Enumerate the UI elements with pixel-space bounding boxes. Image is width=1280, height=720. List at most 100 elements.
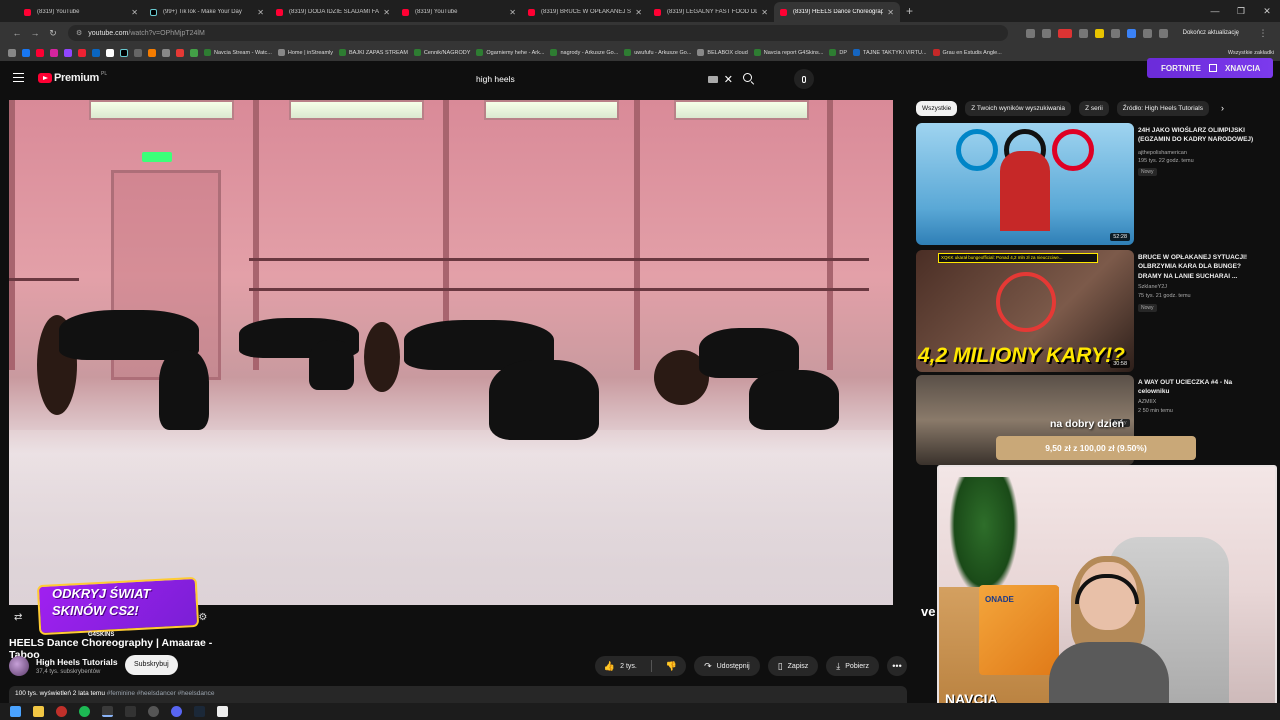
update-button[interactable]: Dokończ aktualizację bbox=[1175, 28, 1247, 38]
browser-tab[interactable]: (8319) DODA IDZIE ŚLADAMI FAG... ✕ bbox=[270, 2, 396, 22]
chip-source[interactable]: Źródło: High Heels Tutorials bbox=[1116, 100, 1209, 116]
clear-search-icon[interactable]: ✕ bbox=[724, 73, 733, 86]
bookmark-icon[interactable] bbox=[190, 48, 198, 57]
bookmark-item[interactable]: Home | inStreamly bbox=[277, 49, 333, 56]
extension-icon[interactable] bbox=[1094, 28, 1104, 38]
close-tab-icon[interactable]: ✕ bbox=[509, 8, 516, 17]
chip-from-search[interactable]: Z Twoich wyników wyszukiwania bbox=[965, 100, 1072, 116]
bookmark-item[interactable]: Ogarniemy hehe - Ark... bbox=[476, 49, 544, 56]
save-button[interactable]: ▯ Zapisz bbox=[767, 656, 819, 676]
subscribe-button[interactable]: Subskrybuj bbox=[125, 655, 178, 675]
close-tab-icon[interactable]: ✕ bbox=[761, 8, 768, 17]
description-box[interactable]: 100 tys. wyświetleń 2 lata temu #feminin… bbox=[9, 686, 907, 704]
video-player[interactable] bbox=[9, 100, 893, 605]
extension-icon[interactable] bbox=[1025, 28, 1035, 38]
profile-icon[interactable] bbox=[1158, 28, 1168, 38]
browser-tab[interactable]: (99+) TikTok - Make Your Day ✕ bbox=[144, 2, 270, 22]
extension-icon[interactable] bbox=[1126, 28, 1136, 38]
bookmark-item[interactable]: Navcia report G4Skins... bbox=[753, 49, 823, 56]
url-input[interactable]: ⚙ youtube.com/watch?v=OPhMjpT24lM bbox=[68, 25, 1008, 41]
autoplay-toggle-icon[interactable]: ⇄ bbox=[14, 612, 22, 623]
chip-series[interactable]: Z serii bbox=[1079, 100, 1109, 116]
puzzle-icon[interactable] bbox=[1142, 28, 1152, 38]
video-thumbnail[interactable]: XQKK ukarał bungeofficial: Ponad 4,2 mln… bbox=[916, 250, 1134, 372]
extension-icon[interactable] bbox=[1078, 28, 1088, 38]
close-tab-icon[interactable]: ✕ bbox=[887, 8, 894, 17]
recommendation-title[interactable]: 24H JAKO WIOŚLARZ OLIMPIJSKI (EGZAMIN DO… bbox=[1138, 126, 1264, 145]
kebab-menu-icon[interactable]: ⋮ bbox=[1254, 28, 1272, 39]
channel-name[interactable]: High Heels Tutorials bbox=[36, 657, 118, 667]
recommendation-item[interactable]: 52:28 24H JAKO WIOŚLARZ OLIMPIJSKI (EGZA… bbox=[916, 123, 1266, 245]
bookmark-icon[interactable] bbox=[92, 48, 100, 57]
browser-tab[interactable]: (8319) LEGALNY FAST FOOD DLA...✕ bbox=[648, 2, 774, 22]
chevron-right-icon[interactable]: › bbox=[1221, 103, 1224, 113]
recommendation-channel[interactable]: ajthepolishamerican bbox=[1138, 149, 1187, 157]
recommendation-title[interactable]: A WAY OUT UCIECZKA #4 - Na celowniku bbox=[1138, 378, 1264, 397]
bookmark-icon[interactable] bbox=[134, 48, 142, 57]
more-actions-button[interactable]: ••• bbox=[887, 656, 907, 676]
bookmark-icon[interactable] bbox=[176, 48, 184, 57]
browser-tab[interactable]: (8319) YouTube ✕ bbox=[396, 2, 522, 22]
new-tab-button[interactable]: + bbox=[906, 4, 913, 18]
bookmark-item[interactable]: nagrody - Arkusze Go... bbox=[550, 49, 618, 56]
discord-icon[interactable] bbox=[171, 706, 182, 717]
instagram-icon[interactable] bbox=[50, 48, 58, 57]
obs-icon[interactable] bbox=[148, 706, 159, 717]
voice-search-button[interactable] bbox=[794, 69, 814, 89]
recommendation-item[interactable]: XQKK ukarał bungeofficial: Ponad 4,2 mln… bbox=[916, 250, 1266, 372]
chip-all[interactable]: Wszystkie bbox=[916, 100, 958, 116]
close-tab-icon[interactable]: ✕ bbox=[383, 8, 390, 17]
recommendation-channel[interactable]: SzklaneY2J bbox=[1138, 283, 1167, 291]
bookmark-item[interactable]: Navcia Stream - Watc... bbox=[204, 49, 272, 56]
close-tab-icon[interactable]: ✕ bbox=[257, 8, 264, 17]
youtube-icon[interactable] bbox=[36, 48, 44, 57]
bookmark-icon[interactable] bbox=[148, 48, 156, 57]
bookmark-item[interactable]: Cennik/NAGRODY bbox=[413, 49, 470, 56]
extension-icon[interactable] bbox=[1057, 28, 1072, 38]
bookmark-icon[interactable] bbox=[78, 48, 86, 57]
bookmark-icon[interactable] bbox=[162, 48, 170, 57]
bookmark-star-icon[interactable] bbox=[1041, 28, 1051, 38]
bookmark-item[interactable]: DP bbox=[829, 49, 847, 56]
maximize-icon[interactable]: ❐ bbox=[1228, 0, 1254, 22]
file-explorer-icon[interactable] bbox=[33, 706, 44, 717]
twitch-icon[interactable] bbox=[64, 48, 72, 57]
like-button[interactable]: 👍 2 tys. bbox=[595, 656, 646, 676]
channel-avatar[interactable] bbox=[9, 656, 29, 676]
recommendation-channel[interactable]: AZMIIX bbox=[1138, 398, 1156, 406]
app-icon[interactable] bbox=[125, 706, 136, 717]
youtube-premium-logo[interactable]: Premium PL bbox=[38, 71, 107, 84]
site-info-icon[interactable]: ⚙ bbox=[76, 29, 82, 37]
bookmark-item[interactable]: BELABOX cloud bbox=[697, 49, 748, 56]
recommendation-title[interactable]: BRUCE W OPŁAKANEJ SYTUACJI! OLBRZYMIA KA… bbox=[1138, 253, 1264, 281]
hamburger-menu-icon[interactable] bbox=[13, 73, 24, 82]
bookmark-item[interactable]: Grau en Estudis Angle... bbox=[932, 49, 1002, 56]
share-button[interactable]: ↷ Udostępnij bbox=[694, 656, 760, 676]
chrome-icon[interactable] bbox=[102, 706, 113, 717]
close-tab-icon[interactable]: ✕ bbox=[635, 8, 642, 17]
app-icon[interactable] bbox=[56, 706, 67, 717]
all-bookmarks-button[interactable]: Wszystkie zakładki bbox=[1228, 50, 1274, 56]
hashtags[interactable]: #feminine #heelsdancer #heelsdance bbox=[107, 690, 215, 697]
browser-tab[interactable]: (8319) YouTube ✕ bbox=[18, 2, 144, 22]
bookmark-item[interactable]: BAJKI ZAPAS STREAM bbox=[339, 49, 408, 56]
forward-icon[interactable]: → bbox=[26, 28, 44, 38]
browser-tab-active[interactable]: (8319) HEELS Dance Choreograp... ✕ bbox=[774, 2, 900, 22]
minimize-icon[interactable]: — bbox=[1202, 0, 1228, 22]
keyboard-icon[interactable] bbox=[707, 75, 718, 83]
reload-icon[interactable]: ↻ bbox=[44, 28, 62, 39]
close-window-icon[interactable]: ✕ bbox=[1254, 0, 1280, 22]
app-icon[interactable] bbox=[217, 706, 228, 717]
bookmark-item[interactable]: uwufufu - Arkusze Go... bbox=[624, 49, 691, 56]
apps-icon[interactable] bbox=[8, 48, 16, 57]
facebook-icon[interactable] bbox=[22, 48, 30, 57]
search-icon[interactable] bbox=[743, 73, 755, 85]
browser-tab[interactable]: (8319) BRUCE W OPŁAKANEJ SYT...✕ bbox=[522, 2, 648, 22]
video-thumbnail[interactable]: 52:28 bbox=[916, 123, 1134, 245]
extension-icon[interactable] bbox=[1110, 28, 1120, 38]
spotify-icon[interactable] bbox=[79, 706, 90, 717]
dislike-button[interactable]: 👎 bbox=[657, 656, 686, 676]
tiktok-icon[interactable] bbox=[120, 48, 128, 57]
search-input[interactable]: high heels bbox=[470, 74, 708, 84]
settings-gear-icon[interactable]: ⚙ bbox=[198, 612, 207, 623]
